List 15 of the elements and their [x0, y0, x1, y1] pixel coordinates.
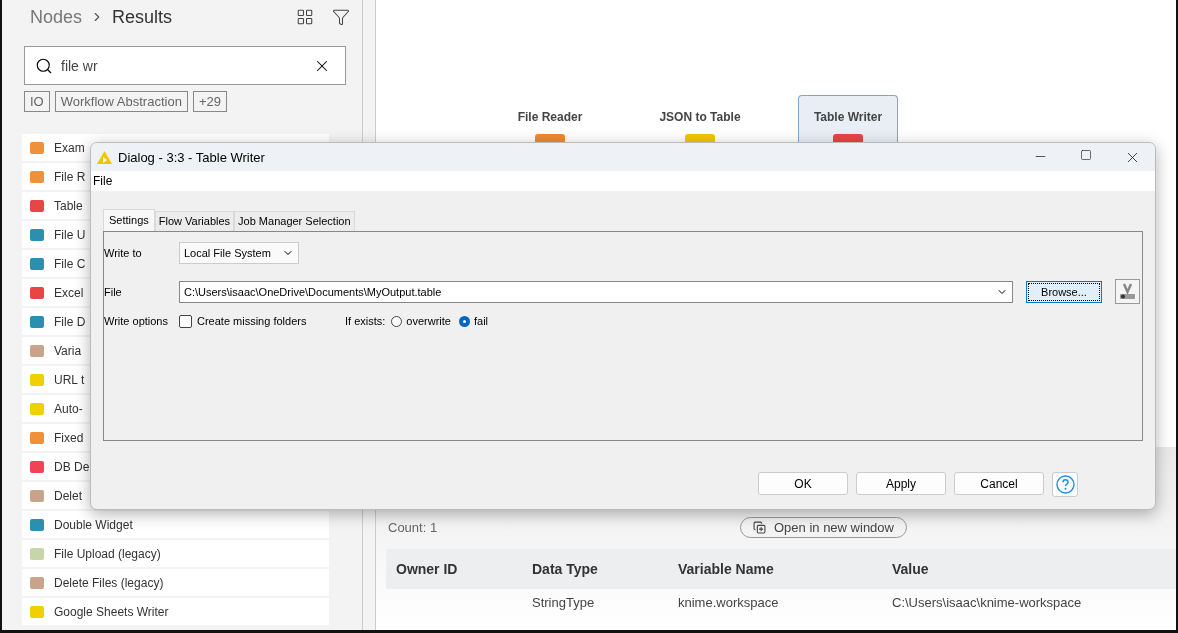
column-header: Variable Name [668, 549, 882, 589]
field-label: File [104, 285, 123, 298]
column-header: Owner ID [386, 549, 522, 589]
column-header: Data Type [522, 549, 668, 589]
table-cell-text: C:\Users\isaac\knime-workspace [891, 593, 1083, 612]
window-title: Dialog - 3:3 - Table Writer [118, 149, 265, 165]
field-label: Write options [104, 315, 169, 327]
row-count: Count: 1 [388, 519, 439, 535]
field-label: Write to [104, 247, 143, 259]
search-query: file wr [61, 57, 98, 74]
table-cell-text: knime.workspace [677, 593, 780, 612]
column-header: Value [882, 549, 1176, 589]
breadcrumb-item: Results [112, 6, 173, 28]
table-cell-text: StringType [531, 593, 596, 612]
field-label: If exists: [345, 315, 386, 327]
